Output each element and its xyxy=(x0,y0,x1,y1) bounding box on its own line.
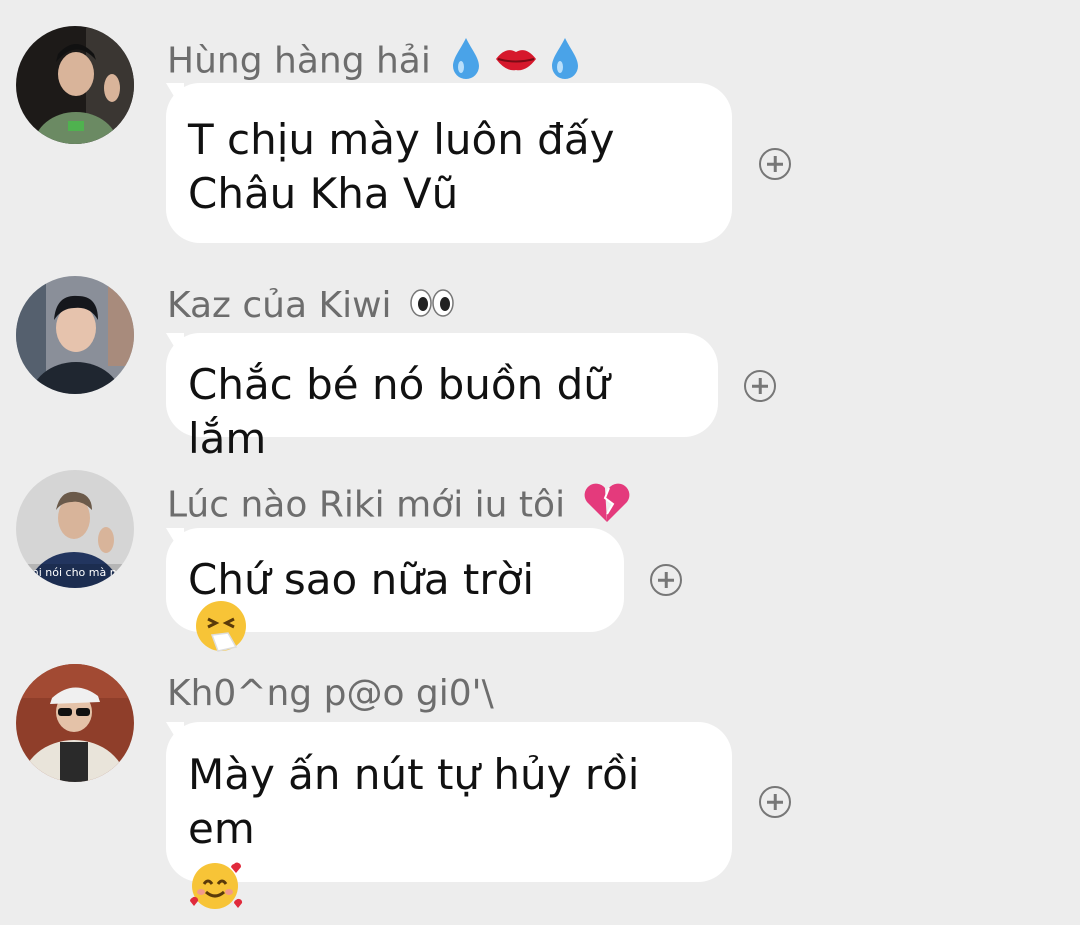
eyes-icon xyxy=(409,287,455,328)
add-reaction-icon[interactable] xyxy=(744,370,776,402)
avatar[interactable] xyxy=(16,664,134,782)
avatar[interactable] xyxy=(16,276,134,394)
avatar[interactable]: mi nói cho mà n xyxy=(16,470,134,588)
message-text: Chứ sao nữa trời xyxy=(188,555,535,604)
sender-name: Hùng hàng hải xyxy=(167,36,581,89)
avatar[interactable] xyxy=(16,26,134,144)
message-text: Mày ấn nút tự hủy rồi em xyxy=(188,750,640,853)
sender-name: Kaz của Kiwi xyxy=(167,286,455,328)
message-bubble[interactable]: Chứ sao nữa trời xyxy=(166,528,624,652)
message-bubble[interactable]: Mày ấn nút tự hủy rồi em xyxy=(166,722,732,909)
add-reaction-icon[interactable] xyxy=(759,786,791,818)
avatar-caption: mi nói cho mà n xyxy=(28,566,117,579)
droplet-icon xyxy=(450,36,482,89)
sender-name: Lúc nào Riki mới iu tôi xyxy=(167,480,631,533)
broken-heart-icon xyxy=(583,480,631,533)
add-reaction-icon[interactable] xyxy=(759,148,791,180)
sender-name: Kh0^ng p@o gi0'\ xyxy=(167,673,494,714)
droplet-icon xyxy=(549,36,581,89)
lips-icon xyxy=(494,43,538,83)
message-bubble[interactable]: T chịu mày luôn đấy Châu Kha Vũ xyxy=(166,83,732,243)
message-text: Chắc bé nó buồn dữ lắm xyxy=(188,360,610,463)
smiling-face-with-hearts-icon xyxy=(188,858,244,925)
add-reaction-icon[interactable] xyxy=(650,564,682,596)
sneezing-face-icon xyxy=(194,599,248,666)
message-text: T chịu mày luôn đấy Châu Kha Vũ xyxy=(188,115,615,218)
message-bubble[interactable]: Chắc bé nó buồn dữ lắm xyxy=(166,333,718,463)
